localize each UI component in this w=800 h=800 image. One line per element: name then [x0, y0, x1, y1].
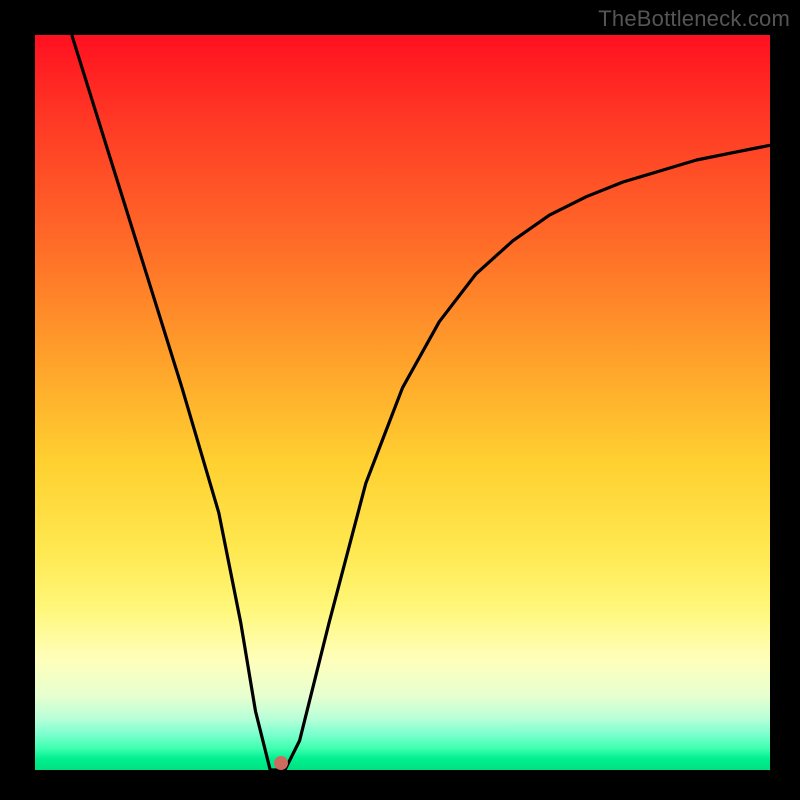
optimal-point-marker	[274, 756, 288, 770]
bottleneck-curve	[35, 35, 770, 770]
watermark-text: TheBottleneck.com	[598, 6, 790, 32]
plot-area	[35, 35, 770, 770]
chart-frame: TheBottleneck.com	[0, 0, 800, 800]
